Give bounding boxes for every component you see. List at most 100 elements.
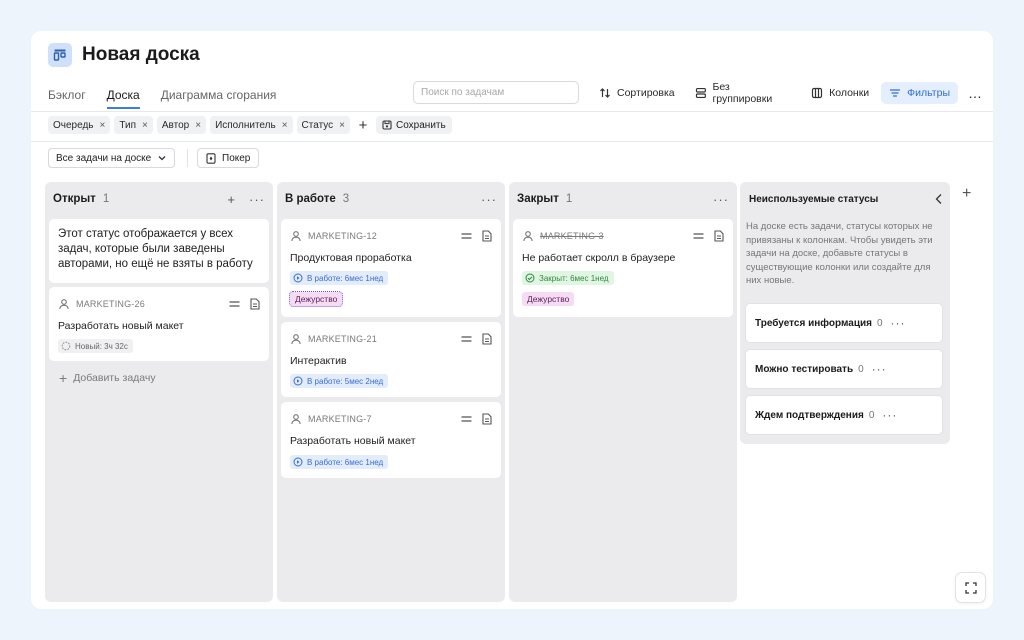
close-icon[interactable]: ×	[142, 120, 148, 131]
task-card[interactable]: MARKETING-7 Разработать новый макет В ра…	[281, 402, 501, 478]
in-progress-icon	[293, 457, 303, 467]
plus-icon: +	[59, 370, 68, 386]
view-tabs: Бэклог Доска Диаграмма сгорания	[48, 87, 297, 111]
filter-chip-queue[interactable]: Очередь ×	[48, 116, 111, 134]
board-icon	[48, 43, 72, 67]
more-icon[interactable]: ···	[872, 362, 887, 376]
filters-button[interactable]: Фильтры	[881, 81, 958, 104]
in-progress-icon	[293, 273, 303, 283]
more-icon[interactable]: ···	[882, 408, 897, 422]
add-task-icon[interactable]: +	[227, 192, 236, 207]
drag-handle-icon[interactable]	[461, 335, 472, 343]
user-icon	[291, 414, 301, 425]
task-card[interactable]: MARKETING-26 Разработать новый макет Нов…	[49, 287, 269, 361]
status-badge: В работе: 5мес 2нед	[290, 374, 389, 388]
filter-chip-author[interactable]: Автор ×	[156, 116, 207, 134]
save-icon	[382, 120, 392, 130]
close-icon[interactable]: ×	[100, 120, 106, 131]
filter-chip-status[interactable]: Статус ×	[296, 116, 351, 134]
duty-tag[interactable]: Дежурство	[522, 292, 575, 306]
tab-burndown[interactable]: Диаграмма сгорания	[161, 87, 277, 109]
user-icon	[523, 231, 533, 242]
sort-button[interactable]: Сортировка	[591, 82, 683, 104]
close-icon[interactable]: ×	[282, 120, 288, 131]
status-note-card: Этот статус отображается у всех задач, к…	[49, 219, 269, 283]
columns-button[interactable]: Колонки	[803, 82, 877, 104]
unused-statuses-panel: Неиспользуемые статусы На доске есть зад…	[740, 182, 950, 444]
drag-handle-icon[interactable]	[693, 232, 704, 240]
sort-arrows-icon	[600, 87, 610, 98]
more-icon[interactable]: ···	[713, 192, 729, 207]
page-title: Новая доска	[82, 44, 200, 65]
task-card[interactable]: MARKETING-3 Не работает скролл в браузер…	[513, 219, 733, 317]
columns-label: Колонки	[829, 86, 870, 99]
tab-backlog[interactable]: Бэклог	[48, 87, 86, 109]
filter-chip-label: Статус	[301, 119, 334, 131]
column-in-progress: В работе 3 ··· MARKETING-12 Продуктовая …	[277, 182, 505, 602]
filter-chip-assignee[interactable]: Исполнитель ×	[210, 116, 293, 134]
column-title: Открыт	[53, 193, 96, 205]
poker-button[interactable]: Покер	[197, 148, 260, 168]
card-header: MARKETING-12	[290, 229, 492, 243]
filter-chip-label: Исполнитель	[215, 119, 276, 131]
column-actions: ···	[700, 192, 729, 207]
chevron-down-icon	[158, 156, 166, 161]
title-row: Новая доска	[48, 43, 200, 67]
document-icon[interactable]	[482, 413, 492, 425]
task-key: MARKETING-3	[540, 231, 604, 241]
more-icon[interactable]: ···	[249, 192, 265, 207]
filter-chip-type[interactable]: Тип ×	[114, 116, 153, 134]
task-card[interactable]: MARKETING-21 Интерактив В работе: 5мес 2…	[281, 322, 501, 397]
user-icon	[291, 334, 301, 345]
user-icon	[291, 231, 301, 242]
card-header: MARKETING-26	[58, 297, 260, 311]
filters-label: Фильтры	[907, 86, 950, 99]
drag-handle-icon[interactable]	[229, 300, 240, 308]
unused-status-item[interactable]: Ждем подтверждения 0 ···	[745, 395, 943, 435]
close-icon[interactable]: ×	[339, 120, 345, 131]
drag-handle-icon[interactable]	[461, 415, 472, 423]
task-card[interactable]: MARKETING-12 Продуктовая проработка В ра…	[281, 219, 501, 317]
drag-handle-icon[interactable]	[461, 232, 472, 240]
grouping-icon	[695, 87, 706, 98]
duty-tag[interactable]: Дежурство	[288, 291, 344, 307]
column-actions: + ···	[214, 192, 265, 207]
column-header: Закрыт 1 ···	[517, 190, 729, 208]
add-column-button[interactable]: +	[962, 185, 971, 203]
filter-bar: Очередь × Тип × Автор × Исполнитель × Ст…	[48, 116, 452, 134]
toolbar-separator	[187, 149, 188, 167]
unused-status-item[interactable]: Можно тестировать 0 ···	[745, 349, 943, 389]
status-badge: В работе: 6мес 1нед	[290, 271, 389, 285]
unused-status-item[interactable]: Требуется информация 0 ···	[745, 303, 943, 343]
add-task-button[interactable]: + Добавить задачу	[59, 370, 156, 386]
status-badge-label: В работе: 6мес 1нед	[307, 457, 384, 467]
card-header: MARKETING-7	[290, 412, 492, 426]
more-icon[interactable]: ···	[891, 316, 906, 330]
card-icon	[206, 152, 216, 164]
scope-select[interactable]: Все задачи на доске	[48, 148, 175, 168]
more-options-button[interactable]: …	[960, 82, 991, 104]
close-icon[interactable]: ×	[195, 120, 201, 131]
document-icon[interactable]	[714, 230, 724, 242]
task-title: Разработать новый макет	[290, 435, 416, 447]
save-filter-button[interactable]: Сохранить	[376, 116, 452, 134]
chevron-left-icon[interactable]	[934, 193, 944, 205]
search-input[interactable]	[413, 81, 579, 104]
document-icon[interactable]	[482, 230, 492, 242]
more-icon[interactable]: ···	[481, 192, 497, 207]
grouping-button[interactable]: Без группировки	[687, 81, 799, 105]
tab-board[interactable]: Доска	[106, 87, 140, 109]
column-count: 1	[102, 193, 110, 205]
fullscreen-button[interactable]	[955, 572, 986, 603]
unused-status-count: 0	[858, 363, 864, 375]
status-badge-label: В работе: 5мес 2нед	[307, 376, 384, 386]
column-closed: Закрыт 1 ··· MARKETING-3 Не работает скр…	[509, 182, 737, 602]
column-count: 1	[565, 193, 573, 205]
document-icon[interactable]	[250, 298, 260, 310]
add-filter-button[interactable]: +	[354, 116, 372, 134]
unused-status-count: 0	[868, 409, 875, 421]
unused-statuses-header: Неиспользуемые статусы	[749, 192, 944, 206]
column-header: В работе 3 ···	[285, 190, 497, 208]
save-filter-label: Сохранить	[396, 119, 446, 131]
document-icon[interactable]	[482, 333, 492, 345]
